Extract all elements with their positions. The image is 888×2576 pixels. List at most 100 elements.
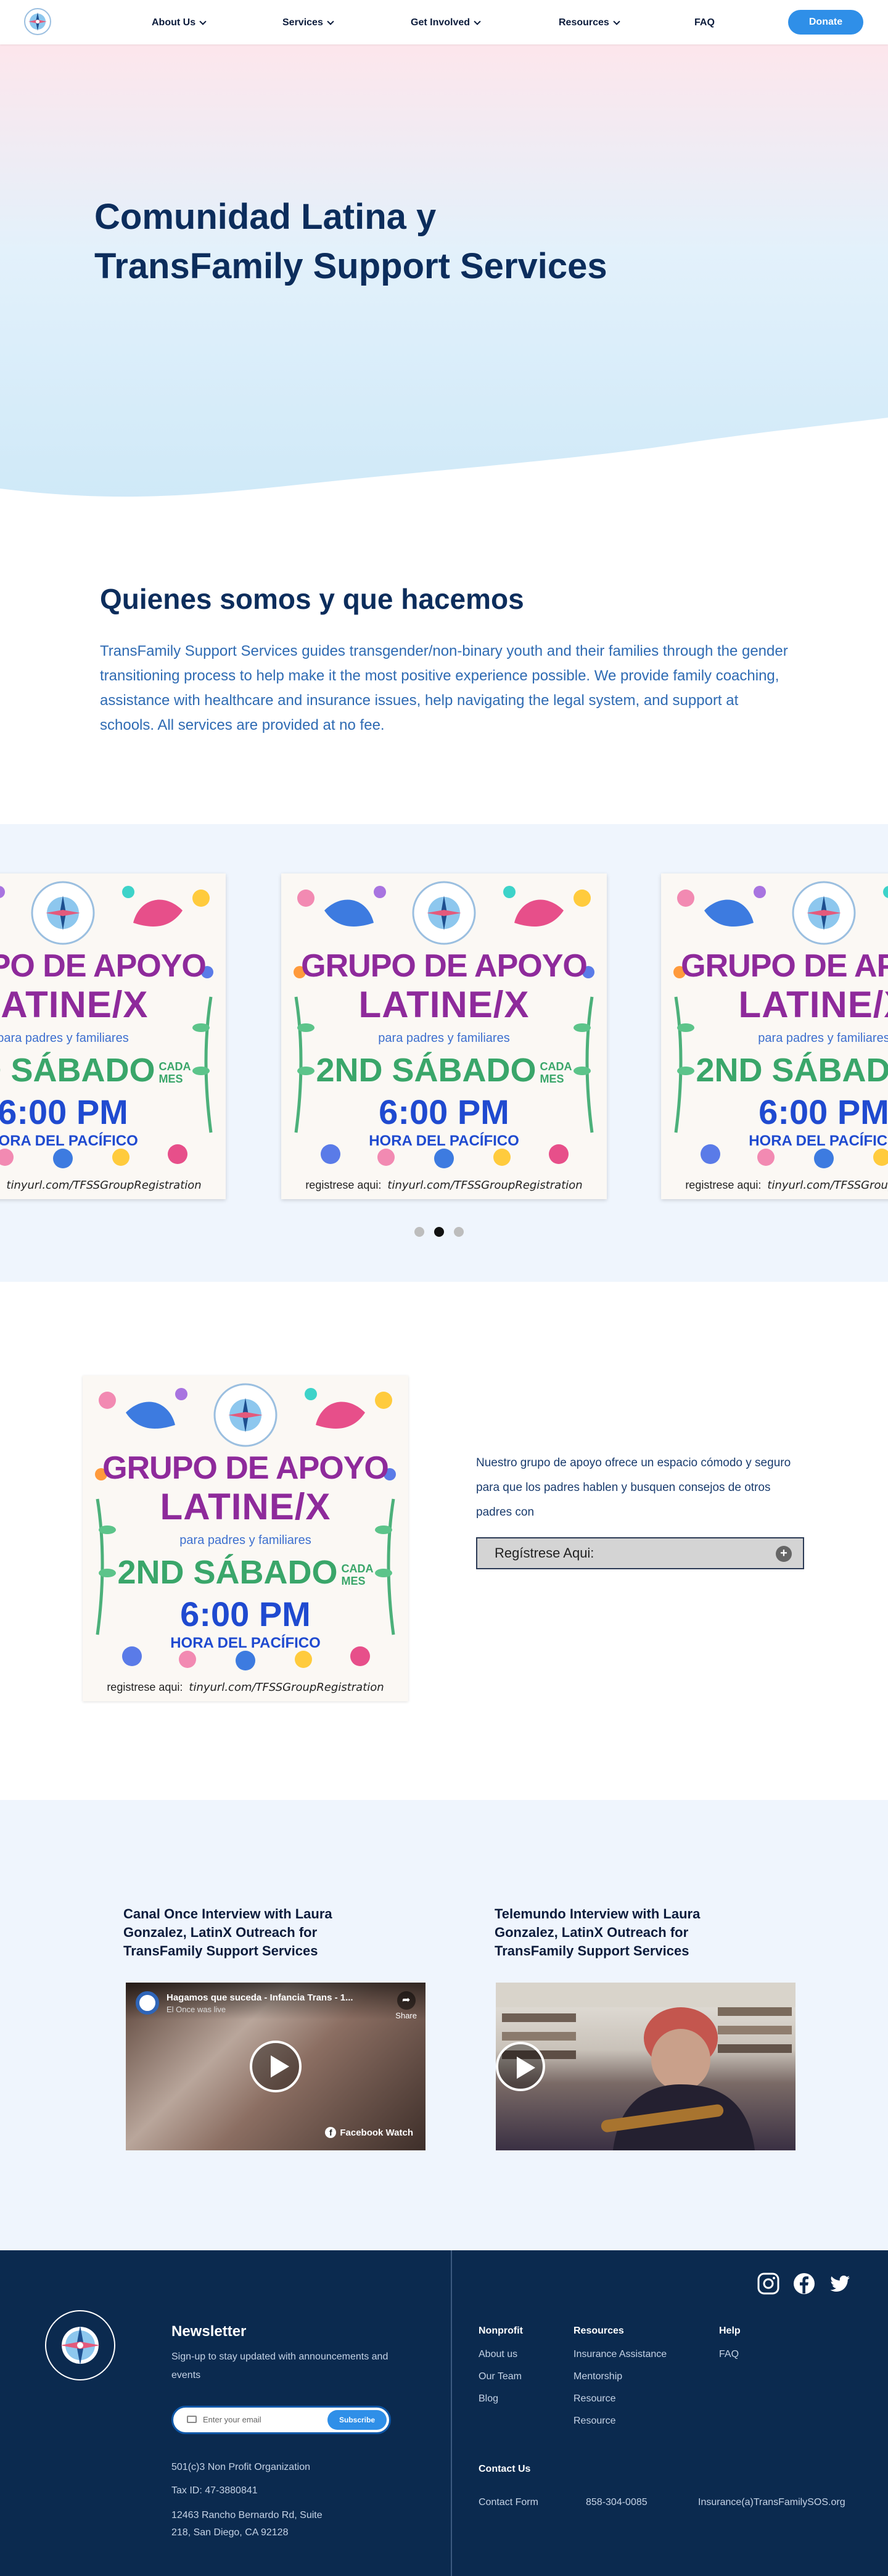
facebook-watch-badge: f Facebook Watch	[325, 2127, 413, 2138]
flyer-title-latinex: LATINE/X	[0, 984, 149, 1025]
carousel-slide[interactable]: GRUPO DE APOYO LATINE/X para padres y fa…	[0, 873, 226, 1199]
flyer-schedule: 2ND SÁBADOCADAMES	[661, 1051, 888, 1089]
videos-section: Canal Once Interview with Laura Gonzalez…	[0, 1800, 888, 2250]
footer-logo[interactable]	[43, 2308, 117, 2382]
footer-email[interactable]: Insurance(a)TransFamilySOS.org	[698, 2497, 845, 2508]
about-title: Quienes somos y que hacemos	[100, 583, 524, 615]
flyer-schedule: 2ND SÁBADOCADAMES	[0, 1051, 226, 1089]
flyer-reg-url: tinyurl.com/TFSSGroupRegistration	[387, 1179, 583, 1192]
flyer-title: GRUPO DE APOYO	[102, 1450, 389, 1486]
chevron-down-icon	[327, 18, 334, 25]
video-title-canal-once: Canal Once Interview with Laura Gonzalez…	[123, 1906, 332, 1959]
footer-link-about[interactable]: About us	[479, 2349, 517, 2360]
flyer-title: GRUPO DE APOYO	[0, 948, 207, 984]
flyer-cada-mes: CADA MES	[159, 1060, 191, 1085]
flyer-subtitle: para padres y familiares	[179, 1534, 311, 1547]
carousel-dot[interactable]	[414, 1227, 424, 1237]
footer-col-help: Help	[719, 2326, 741, 2336]
flyer-registration: registrese aqui: tinyurl.com/TFSSGroupRe…	[83, 1681, 408, 1694]
flyer-cada: CADA	[540, 1060, 572, 1073]
flyer-sabado: 2ND SÁBADO	[117, 1554, 338, 1591]
play-icon[interactable]	[250, 2041, 302, 2092]
carousel-dot-active[interactable]	[434, 1227, 444, 1237]
footer-link-blog[interactable]: Blog	[479, 2393, 498, 2405]
footer-link-faq[interactable]: FAQ	[719, 2349, 739, 2360]
flyer-cada: CADA	[341, 1562, 374, 1575]
nav-faq-label: FAQ	[694, 17, 715, 28]
flyer-title-latinex: LATINE/X	[358, 984, 530, 1025]
flyer-reg-label: registrese aqui:	[305, 1179, 382, 1191]
donate-button[interactable]: Donate	[788, 10, 863, 35]
flyer-subtitle: para padres y familiares	[0, 1031, 129, 1045]
chevron-down-icon	[613, 18, 620, 25]
footer-col-nonprofit: Nonprofit	[479, 2326, 523, 2336]
footer-contact-form[interactable]: Contact Form	[479, 2497, 538, 2508]
address-line1: 12463 Rancho Bernardo Rd, Suite	[171, 2510, 323, 2520]
hero-title-line2: TransFamily Support Services	[94, 246, 607, 286]
about-text: TransFamily Support Services guides tran…	[100, 643, 788, 733]
nav-get-involved-label: Get Involved	[411, 17, 471, 28]
footer-link-resource[interactable]: Resource	[574, 2416, 615, 2427]
nav-faq[interactable]: FAQ	[694, 17, 715, 28]
video-embed-title: Hagamos que suceda - Infancia Trans - 1.…	[166, 1992, 353, 2003]
instagram-icon[interactable]	[756, 2271, 781, 2296]
flyer-cada-mes: CADA MES	[342, 1563, 374, 1587]
nav-about-us[interactable]: About Us	[152, 17, 207, 28]
footer-col-resources: Resources	[574, 2326, 624, 2336]
nav-resources[interactable]: Resources	[559, 17, 620, 28]
flyer-mes: MES	[540, 1072, 564, 1085]
carousel-slide[interactable]: GRUPO DE APOYO LATINE/X para padres y fa…	[661, 873, 888, 1199]
nav-get-involved[interactable]: Get Involved	[411, 17, 481, 28]
share-button[interactable]: ➦ Share	[395, 1991, 417, 2020]
flyer-image: GRUPO DE APOYO LATINE/X para padres y fa…	[83, 1376, 408, 1701]
footer-link-resource[interactable]: Resource	[574, 2393, 615, 2405]
nav-about-us-label: About Us	[152, 17, 196, 28]
footer-phone[interactable]: 858-304-0085	[586, 2497, 648, 2508]
twitter-icon[interactable]	[828, 2271, 852, 2296]
carousel-dot[interactable]	[454, 1227, 464, 1237]
signup-text: Nuestro grupo de apoyo ofrece un espacio…	[476, 1456, 791, 1519]
facebook-icon[interactable]	[792, 2271, 816, 2296]
nav-services[interactable]: Services	[282, 17, 334, 28]
footer-link-mentorship[interactable]: Mentorship	[574, 2371, 622, 2382]
logo[interactable]	[23, 7, 52, 36]
address-line2: 218, San Diego, CA 92128	[171, 2527, 289, 2538]
flyer-reg-url: tinyurl.com/TFSSGroupRegistration	[189, 1681, 384, 1694]
email-input[interactable]: Enter your email	[203, 2415, 261, 2424]
flyer-title: GRUPO DE APOYO	[301, 948, 588, 984]
flyer-cada-mes: CADA MES	[540, 1060, 572, 1085]
register-button[interactable]: Regístrese Aqui: +	[476, 1537, 804, 1569]
share-label: Share	[395, 2011, 417, 2020]
flyer-reg-url: tinyurl.com/TFSSGroupRegistration	[767, 1179, 888, 1192]
footer-contact-title: Contact Us	[479, 2464, 531, 2474]
flyer-timezone: HORA DEL PACÍFICO	[170, 1635, 321, 1651]
flyer-registration: registrese aqui: tinyurl.com/TFSSGroupRe…	[661, 1179, 888, 1192]
flyer-time: 6:00 PM	[758, 1092, 888, 1131]
newsletter-title: Newsletter	[171, 2323, 247, 2340]
video-embed-telemundo[interactable]	[496, 1983, 796, 2150]
flyer-title-latinex: LATINE/X	[160, 1486, 331, 1527]
flyer-mes: MES	[341, 1574, 366, 1587]
footer: Newsletter Sign-up to stay updated with …	[0, 2250, 888, 2576]
avatar	[136, 1991, 159, 2015]
video-header: Hagamos que suceda - Infancia Trans - 1.…	[126, 1983, 426, 2020]
hero-wave	[0, 418, 888, 501]
video-embed-subtitle: El Once was live	[166, 2005, 226, 2014]
flyer-sabado: 2ND SÁBADO	[696, 1052, 888, 1089]
mail-icon	[187, 2416, 197, 2423]
video-embed-canal-once[interactable]: Hagamos que suceda - Infancia Trans - 1.…	[126, 1983, 426, 2150]
flyer-sabado: 2ND SÁBADO	[0, 1052, 155, 1089]
register-label: Regístrese Aqui:	[495, 1545, 594, 1561]
flyer-registration: registrese aqui: tinyurl.com/TFSSGroupRe…	[281, 1179, 607, 1192]
carousel-slide[interactable]: GRUPO DE APOYO LATINE/X para padres y fa…	[281, 873, 607, 1199]
flyer-subtitle: para padres y familiares	[378, 1031, 510, 1045]
play-icon[interactable]	[496, 2042, 545, 2091]
flyer-cada: CADA	[158, 1060, 191, 1073]
plus-icon: +	[776, 1546, 792, 1562]
footer-link-our-team[interactable]: Our Team	[479, 2371, 522, 2382]
footer-link-insurance[interactable]: Insurance Assistance	[574, 2349, 667, 2360]
subscribe-button[interactable]: Subscribe	[327, 2410, 387, 2430]
flyer-carousel[interactable]: GRUPO DE APOYO LATINE/X para padres y fa…	[0, 824, 888, 1282]
flyer-timezone: HORA DEL PACÍFICO	[749, 1133, 888, 1149]
hero-title-line1: Comunidad Latina y	[94, 197, 437, 237]
